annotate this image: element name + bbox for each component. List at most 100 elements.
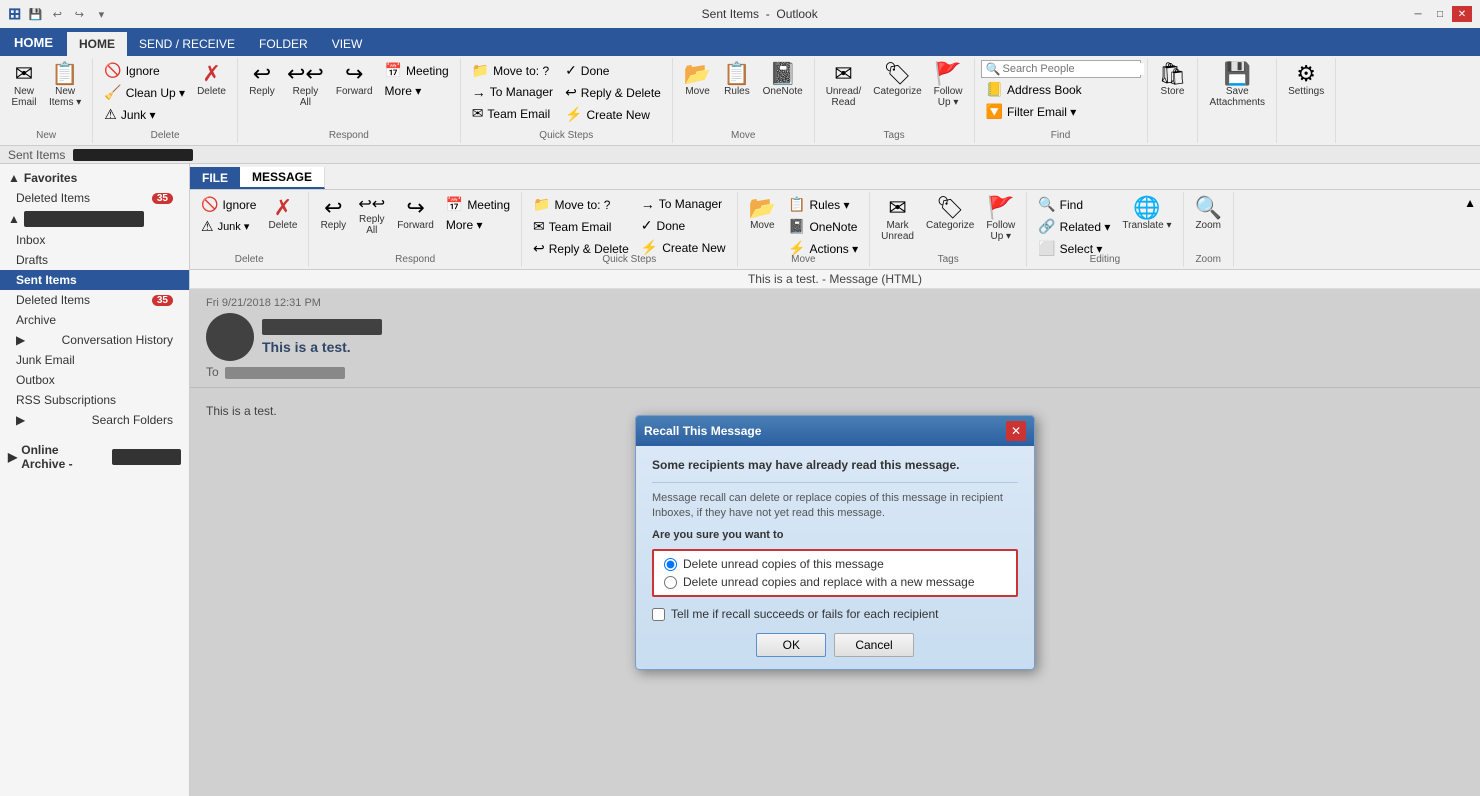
msg-translate-btn[interactable]: 🌐 Translate ▾	[1117, 194, 1176, 234]
maximize-btn[interactable]: □	[1430, 6, 1450, 22]
option2-radio[interactable]	[664, 576, 677, 589]
reply-btn[interactable]: ↩ Reply	[244, 60, 280, 100]
msg-meeting-btn[interactable]: 📅Meeting	[441, 194, 515, 215]
move-to-icon: 📁	[472, 62, 489, 79]
collapse-icon: ▲	[1464, 196, 1476, 210]
clean-up-btn[interactable]: 🧹Clean Up ▾	[99, 82, 190, 103]
msg-find-btn[interactable]: 🔍Find	[1033, 194, 1115, 215]
view-tab[interactable]: VIEW	[320, 32, 375, 56]
dialog-cancel-btn[interactable]: Cancel	[834, 633, 913, 657]
sidebar-item-deleted-favorites[interactable]: Deleted Items 35	[0, 188, 189, 208]
msg-more-btn[interactable]: More ▾	[441, 216, 515, 234]
dialog-option1[interactable]: Delete unread copies of this message	[664, 557, 1006, 571]
msg-rules-btn[interactable]: 📋Rules ▾	[783, 194, 863, 215]
msg-zoom-btn[interactable]: 🔍 Zoom	[1190, 194, 1227, 234]
msg-file-tab[interactable]: FILE	[190, 167, 240, 189]
msg-categorize-btn[interactable]: 🏷 Categorize	[921, 194, 979, 234]
sidebar-item-rss[interactable]: RSS Subscriptions	[0, 390, 189, 410]
msg-forward-btn[interactable]: ↪ Forward	[392, 194, 439, 234]
follow-up-btn[interactable]: 🚩 FollowUp ▾	[929, 60, 968, 111]
sidebar-item-drafts[interactable]: Drafts	[0, 250, 189, 270]
recall-dialog: Recall This Message ✕ Some recipients ma…	[635, 415, 1035, 671]
favorites-header[interactable]: ▲ Favorites	[0, 168, 189, 188]
create-new-btn[interactable]: ⚡Create New	[560, 104, 666, 125]
home-tab[interactable]: HOME	[67, 32, 127, 56]
msg-related-btn[interactable]: 🔗Related ▾	[1033, 216, 1115, 237]
dialog-close-btn[interactable]: ✕	[1006, 421, 1026, 441]
msg-onenote-btn[interactable]: 📓OneNote	[783, 216, 863, 237]
customize-qa-btn[interactable]: ▾	[91, 4, 111, 24]
msg-follow-up-btn[interactable]: 🚩 FollowUp ▾	[981, 194, 1020, 245]
msg-junk-btn[interactable]: ⚠Junk ▾	[196, 216, 261, 237]
msg-reply-btn[interactable]: ↩ Reply	[315, 194, 351, 234]
unread-icon: ✉	[834, 63, 852, 85]
sidebar-item-inbox[interactable]: Inbox	[0, 230, 189, 250]
file-tab[interactable]: HOME	[0, 28, 67, 56]
new-items-btn[interactable]: 📋 NewItems ▾	[44, 60, 86, 111]
new-email-btn[interactable]: ✉ NewEmail	[6, 60, 42, 111]
filter-email-btn[interactable]: 🔽Filter Email ▾	[981, 101, 1141, 122]
account-header[interactable]: ▲	[0, 208, 189, 230]
send-receive-tab[interactable]: SEND / RECEIVE	[127, 32, 247, 56]
reply-all-btn[interactable]: ↩↩ ReplyAll	[282, 60, 329, 111]
msg-message-tab[interactable]: MESSAGE	[240, 167, 325, 189]
sidebar-item-archive[interactable]: Archive	[0, 310, 189, 330]
sidebar-item-sent[interactable]: Sent Items	[0, 270, 189, 290]
online-archive-header[interactable]: ▶ Online Archive -	[0, 440, 189, 474]
minimize-btn[interactable]: ─	[1408, 6, 1428, 22]
msg-ignore-btn[interactable]: 🚫Ignore	[196, 194, 261, 215]
save-qa-btn[interactable]: 💾	[25, 4, 45, 24]
search-people-input[interactable]	[1002, 63, 1144, 75]
forward-btn[interactable]: ↪ Forward	[331, 60, 378, 100]
sidebar-item-deleted[interactable]: Deleted Items 35	[0, 290, 189, 310]
junk-btn[interactable]: ⚠Junk ▾	[99, 104, 190, 125]
move-btn[interactable]: 📂 Move	[679, 60, 716, 100]
folder-tab[interactable]: FOLDER	[247, 32, 320, 56]
sidebar-item-outbox[interactable]: Outbox	[0, 370, 189, 390]
msg-team-email-btn[interactable]: ✉Team Email	[528, 216, 634, 237]
store-group: 🛍 Store	[1148, 58, 1199, 143]
sidebar-item-junk[interactable]: Junk Email	[0, 350, 189, 370]
reply-all-icon: ↩↩	[287, 63, 324, 85]
undo-qa-btn[interactable]: ↩	[47, 4, 67, 24]
move-to-btn[interactable]: 📁Move to: ?	[467, 60, 558, 81]
reply-delete-btn[interactable]: ↩Reply & Delete	[560, 82, 666, 103]
address-book-btn[interactable]: 📒Address Book	[981, 79, 1141, 100]
close-btn[interactable]: ✕	[1452, 6, 1472, 22]
categorize-btn[interactable]: 🏷 Categorize	[868, 60, 926, 100]
save-attachments-btn[interactable]: 💾 SaveAttachments	[1204, 60, 1270, 111]
more-respond-btn[interactable]: More ▾	[380, 82, 454, 100]
ignore-btn[interactable]: 🚫Ignore	[99, 60, 190, 81]
dialog-checkbox-row[interactable]: Tell me if recall succeeds or fails for …	[652, 607, 1018, 621]
msg-reply-all-btn[interactable]: ↩↩ ReplyAll	[353, 194, 390, 239]
rules-btn[interactable]: 📋 Rules	[718, 60, 755, 100]
sidebar: ▲ Favorites Deleted Items 35 ▲ Inbox Dra…	[0, 164, 190, 796]
sent-items-title: Sent Items	[702, 7, 759, 21]
dialog-ok-btn[interactable]: OK	[756, 633, 826, 657]
ribbon-tab-bar: HOME HOME HOME SEND / RECEIVE FOLDER VIE…	[0, 28, 1480, 56]
redo-qa-btn[interactable]: ↪	[69, 4, 89, 24]
msg-move-btn[interactable]: 📂 Move	[744, 194, 781, 234]
msg-to-manager-btn[interactable]: →To Manager	[636, 194, 731, 214]
recall-notify-checkbox[interactable]	[652, 608, 665, 621]
msg-mark-unread-btn[interactable]: ✉ MarkUnread	[876, 194, 919, 245]
search-people-box[interactable]: 🔍	[981, 60, 1141, 78]
unread-read-btn[interactable]: ✉ Unread/Read	[821, 60, 867, 111]
meeting-btn[interactable]: 📅Meeting	[380, 60, 454, 81]
ribbon-collapse[interactable]: ▲	[1460, 192, 1480, 267]
msg-move-to-btn[interactable]: 📁Move to: ?	[528, 194, 634, 215]
sidebar-item-search-folders[interactable]: ▶ Search Folders	[0, 410, 189, 430]
delete-btn[interactable]: ✗ Delete	[192, 60, 231, 100]
settings-btn[interactable]: ⚙ Settings	[1283, 60, 1329, 100]
team-email-btn[interactable]: ✉Team Email	[467, 103, 558, 124]
online-archive-name-redacted	[112, 449, 181, 465]
onenote-btn[interactable]: 📓 OneNote	[758, 60, 808, 100]
option1-radio[interactable]	[664, 558, 677, 571]
done-btn[interactable]: ✓Done	[560, 60, 666, 81]
store-btn[interactable]: 🛍 Store	[1154, 60, 1192, 100]
msg-done-btn[interactable]: ✓Done	[636, 215, 731, 236]
sidebar-item-conversation[interactable]: ▶ Conversation History	[0, 330, 189, 350]
to-manager-btn[interactable]: →To Manager	[467, 82, 558, 102]
msg-delete-btn[interactable]: ✗ Delete	[263, 194, 302, 234]
dialog-option2[interactable]: Delete unread copies and replace with a …	[664, 575, 1006, 589]
